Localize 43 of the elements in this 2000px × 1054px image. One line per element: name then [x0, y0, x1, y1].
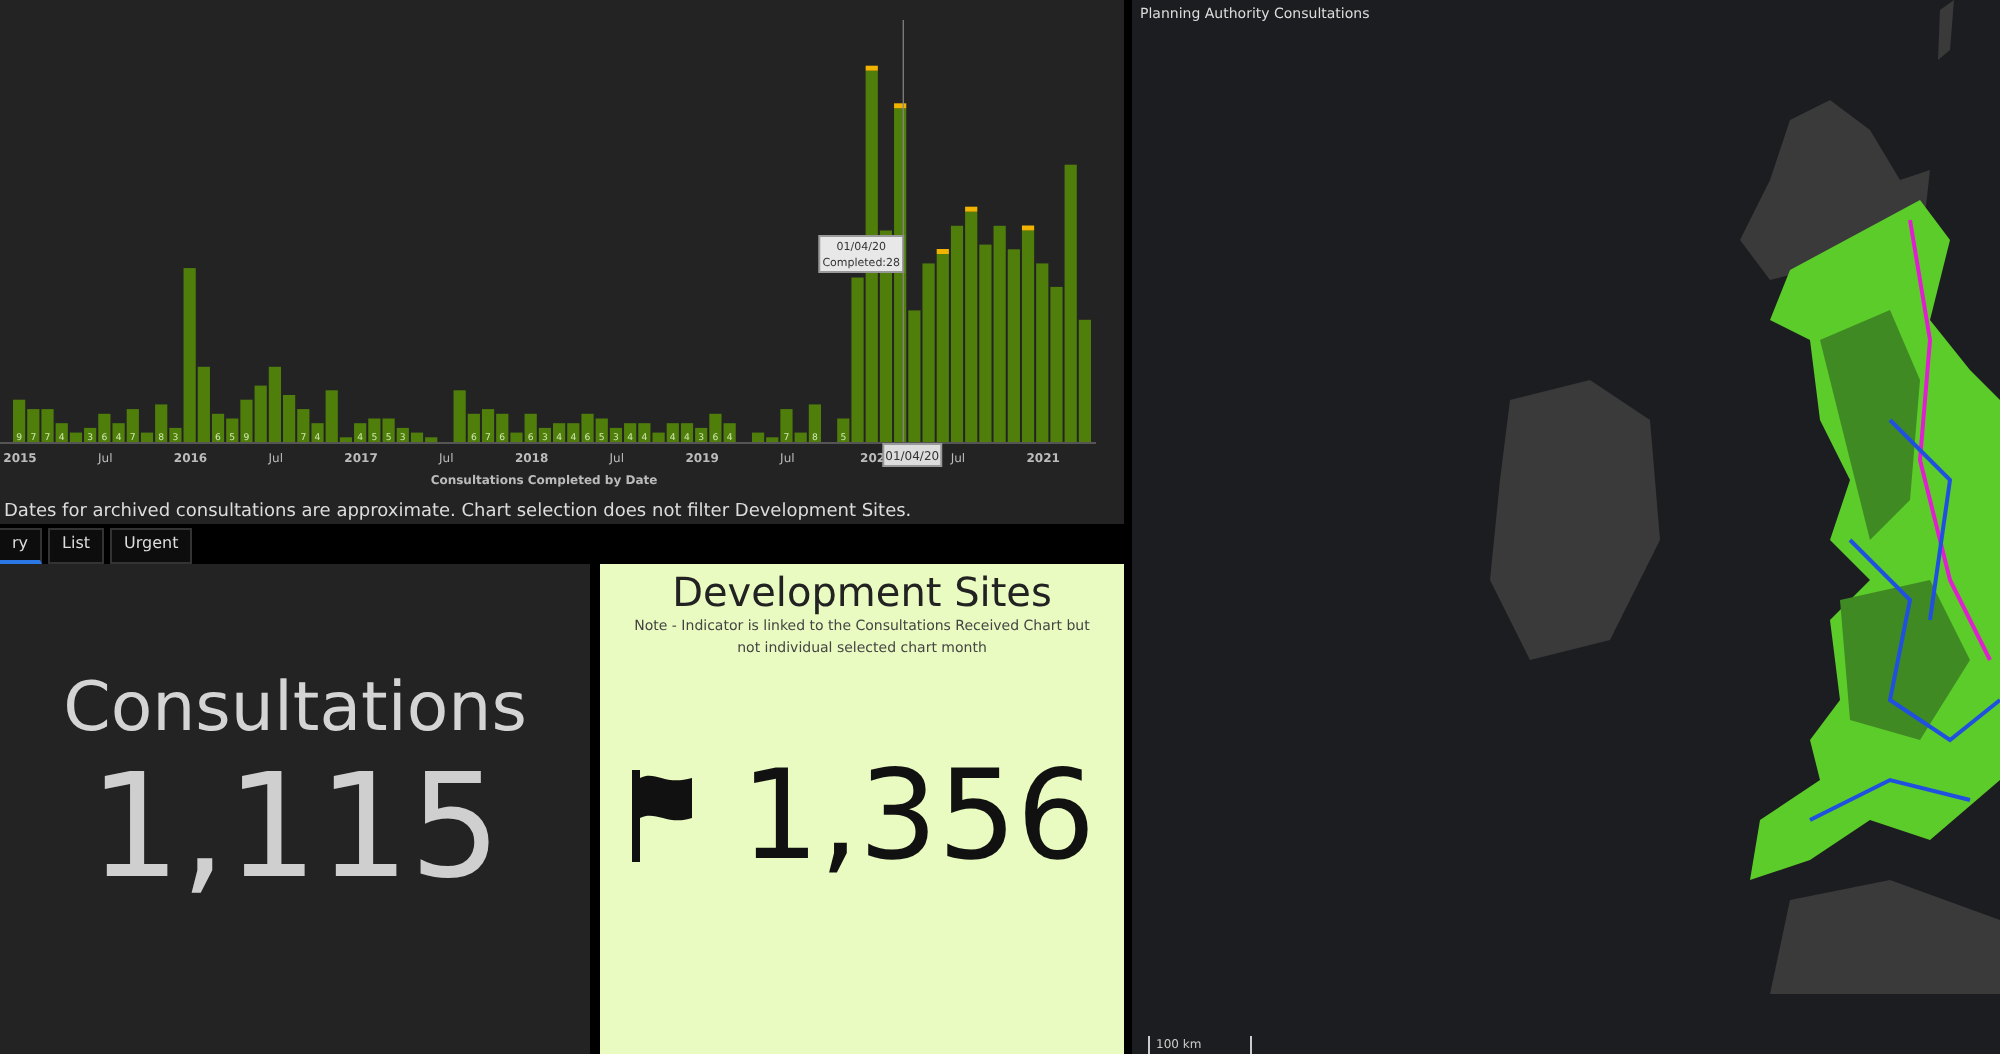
bar[interactable] [936, 249, 949, 442]
indicator-title: Development Sites [672, 568, 1052, 616]
bar[interactable] [524, 413, 537, 442]
bar[interactable] [382, 418, 395, 442]
bar[interactable] [467, 413, 480, 442]
bar[interactable] [567, 423, 580, 442]
bar[interactable] [666, 423, 679, 442]
bar[interactable] [211, 413, 225, 442]
bar[interactable] [709, 413, 722, 442]
bar[interactable] [126, 409, 139, 442]
bar[interactable] [169, 427, 182, 442]
bar[interactable] [396, 427, 409, 442]
bar[interactable] [112, 423, 125, 442]
bar[interactable] [311, 423, 324, 442]
bar[interactable] [226, 418, 239, 442]
bar[interactable] [808, 404, 821, 442]
bar[interactable] [13, 399, 26, 442]
tab[interactable]: List [48, 528, 105, 564]
bar[interactable] [553, 423, 566, 442]
bar[interactable] [695, 427, 708, 442]
bar[interactable] [624, 423, 637, 442]
bar[interactable] [723, 423, 736, 442]
bar[interactable] [98, 413, 111, 442]
bar[interactable] [481, 409, 495, 442]
bar[interactable] [581, 413, 594, 442]
bar[interactable] [55, 423, 68, 442]
bar[interactable] [595, 418, 608, 442]
indicator-value: 1,115 [88, 747, 502, 906]
indicator-value: 1,356 [740, 754, 1096, 878]
bar[interactable] [609, 427, 623, 442]
flag-icon [628, 770, 697, 862]
bar[interactable] [155, 404, 168, 442]
bar[interactable] [638, 423, 651, 442]
bar[interactable] [354, 423, 367, 442]
bar[interactable] [240, 399, 253, 442]
indicator-title: Consultations [63, 672, 527, 748]
tab[interactable]: Urgent [110, 528, 193, 564]
chart-note: Dates for archived consultations are approximate. Chart selection does not filter Development Sites. [2, 500, 914, 526]
bar[interactable] [680, 423, 694, 442]
bar[interactable] [84, 427, 97, 442]
bar[interactable] [496, 413, 509, 442]
bar[interactable] [538, 427, 551, 442]
tab[interactable]: ry [0, 528, 43, 564]
